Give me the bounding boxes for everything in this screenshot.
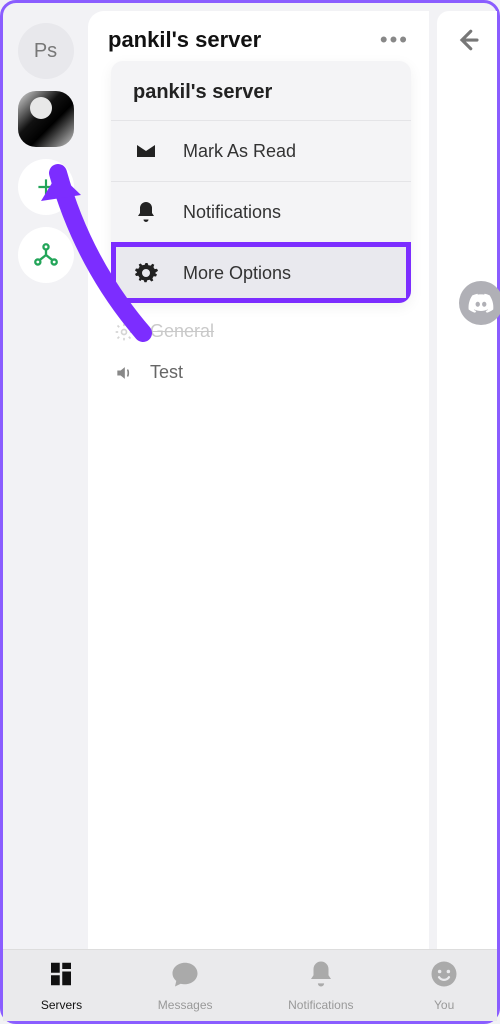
back-button[interactable] (452, 25, 482, 60)
bell-icon (306, 959, 336, 996)
channel-label: General (150, 321, 214, 342)
server-title: pankil's server (108, 27, 261, 53)
student-hub-button[interactable] (18, 227, 74, 283)
server-rail: Ps (3, 3, 88, 949)
server-context-menu: pankil's server Mark As Read Notificatio… (111, 61, 411, 303)
nav-label: Messages (158, 998, 213, 1012)
smile-icon (429, 959, 459, 996)
server-avatar-selected[interactable] (18, 91, 74, 147)
servers-icon (46, 959, 76, 996)
gear-icon (112, 322, 136, 342)
nav-notifications[interactable]: Notifications (288, 959, 353, 1012)
server-more-button[interactable]: ••• (380, 27, 409, 53)
nav-messages[interactable]: Messages (158, 959, 213, 1012)
speaker-icon (112, 363, 136, 383)
channel-header: pankil's server ••• (88, 11, 429, 65)
channel-list: General Test (88, 305, 429, 399)
add-server-button[interactable] (18, 159, 74, 215)
channel-label: Test (150, 362, 183, 383)
hub-icon (32, 241, 60, 269)
bottom-nav: Servers Messages Notifications You (3, 949, 497, 1021)
nav-label: You (434, 998, 454, 1012)
arrow-left-icon (452, 25, 482, 55)
envelope-icon (133, 139, 159, 163)
plus-icon (33, 174, 59, 200)
menu-notifications[interactable]: Notifications (111, 181, 411, 242)
menu-item-label: Notifications (183, 202, 281, 223)
menu-more-options[interactable]: More Options (111, 242, 411, 303)
server-initials-bubble[interactable]: Ps (18, 23, 74, 79)
channel-test[interactable]: Test (88, 352, 429, 393)
gear-icon (133, 261, 159, 285)
discord-icon (468, 293, 494, 313)
discord-logo-chip[interactable] (459, 281, 500, 325)
menu-item-label: More Options (183, 263, 291, 284)
channel-general[interactable]: General (88, 311, 429, 352)
menu-item-label: Mark As Read (183, 141, 296, 162)
nav-label: Notifications (288, 998, 353, 1012)
nav-you[interactable]: You (429, 959, 459, 1012)
context-menu-title: pankil's server (111, 61, 411, 120)
nav-servers[interactable]: Servers (41, 959, 82, 1012)
nav-label: Servers (41, 998, 82, 1012)
bell-icon (133, 200, 159, 224)
menu-mark-as-read[interactable]: Mark As Read (111, 120, 411, 181)
chat-icon (170, 959, 200, 996)
right-panel-sliver (437, 11, 497, 949)
